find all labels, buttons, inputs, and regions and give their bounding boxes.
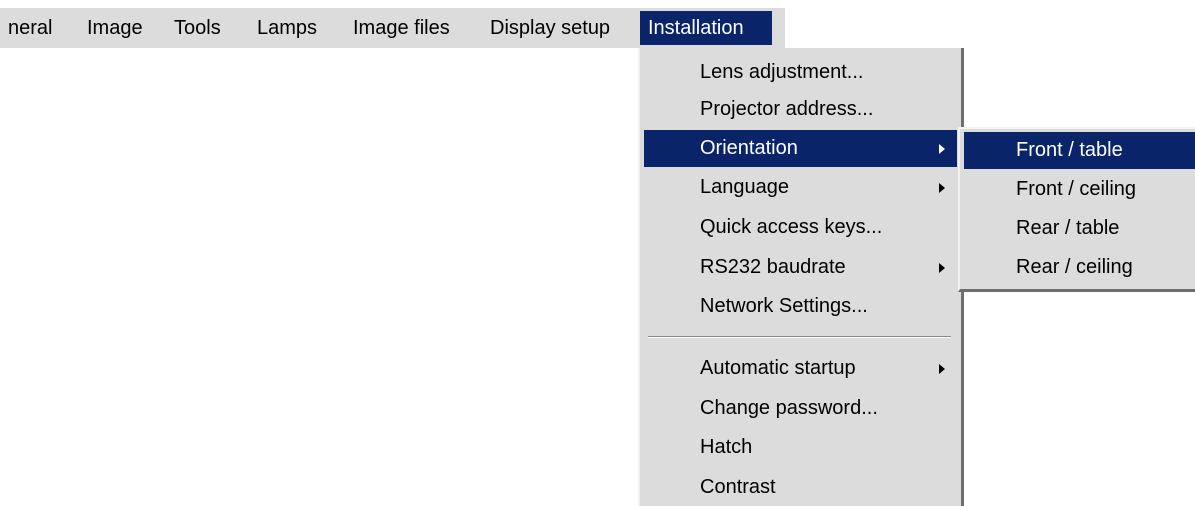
menu-general[interactable]: neral: [0, 8, 60, 48]
menu-item-quick-access-keys[interactable]: Quick access keys...: [644, 209, 957, 246]
menu-item-hatch[interactable]: Hatch: [644, 429, 957, 466]
menu-item-projector-address[interactable]: Projector address...: [644, 91, 957, 128]
submenu-item-front-table[interactable]: Front / table: [964, 132, 1195, 169]
menu-bar: neral Image Tools Lamps Image files Disp…: [0, 8, 785, 48]
chevron-right-icon: [939, 183, 945, 193]
menu-display-setup[interactable]: Display setup: [482, 8, 618, 48]
submenu-item-rear-ceiling[interactable]: Rear / ceiling: [964, 249, 1195, 286]
menu-item-label: Hatch: [700, 436, 753, 458]
chevron-right-icon: [939, 364, 945, 374]
menu-item-label: Quick access keys...: [700, 216, 883, 238]
menu-item-label: Automatic startup: [700, 357, 856, 379]
chevron-right-icon: [939, 263, 945, 273]
menu-item-label: Orientation: [700, 137, 798, 159]
menu-item-network-settings[interactable]: Network Settings...: [644, 288, 957, 325]
submenu-item-rear-table[interactable]: Rear / table: [964, 210, 1195, 247]
projector-settings-menu: neral Image Tools Lamps Image files Disp…: [0, 0, 1195, 506]
submenu-item-label: Rear / ceiling: [1016, 256, 1133, 278]
menu-installation[interactable]: Installation: [640, 11, 772, 45]
menu-item-automatic-startup[interactable]: Automatic startup: [644, 350, 957, 387]
menu-image[interactable]: Image: [79, 8, 151, 48]
menu-item-rs232-baudrate[interactable]: RS232 baudrate: [644, 249, 957, 286]
menu-item-label: Change password...: [700, 397, 878, 419]
menu-item-label: Projector address...: [700, 98, 874, 120]
menu-item-language[interactable]: Language: [644, 169, 957, 206]
menu-separator: [648, 336, 951, 338]
menu-item-orientation[interactable]: Orientation: [644, 130, 957, 167]
menu-item-label: Lens adjustment...: [700, 61, 864, 83]
menu-tools[interactable]: Tools: [166, 8, 229, 48]
submenu-item-label: Front / ceiling: [1016, 178, 1137, 200]
menu-item-change-password[interactable]: Change password...: [644, 390, 957, 427]
menu-lamps[interactable]: Lamps: [249, 8, 325, 48]
menu-item-lens-adjustment[interactable]: Lens adjustment...: [644, 54, 957, 91]
menu-item-label: Network Settings...: [700, 295, 868, 317]
orientation-submenu: Front / table Front / ceiling Rear / tab…: [958, 127, 1195, 292]
submenu-item-label: Front / table: [1016, 139, 1123, 161]
menu-item-label: Contrast: [700, 476, 776, 498]
menu-item-contrast[interactable]: Contrast: [644, 469, 957, 506]
chevron-right-icon: [939, 144, 945, 154]
submenu-item-label: Rear / table: [1016, 217, 1120, 239]
menu-item-label: Language: [700, 176, 789, 198]
menu-item-label: RS232 baudrate: [700, 256, 846, 278]
menu-image-files[interactable]: Image files: [345, 8, 458, 48]
installation-menu: Lens adjustment... Projector address... …: [638, 48, 964, 506]
submenu-item-front-ceiling[interactable]: Front / ceiling: [964, 171, 1195, 208]
